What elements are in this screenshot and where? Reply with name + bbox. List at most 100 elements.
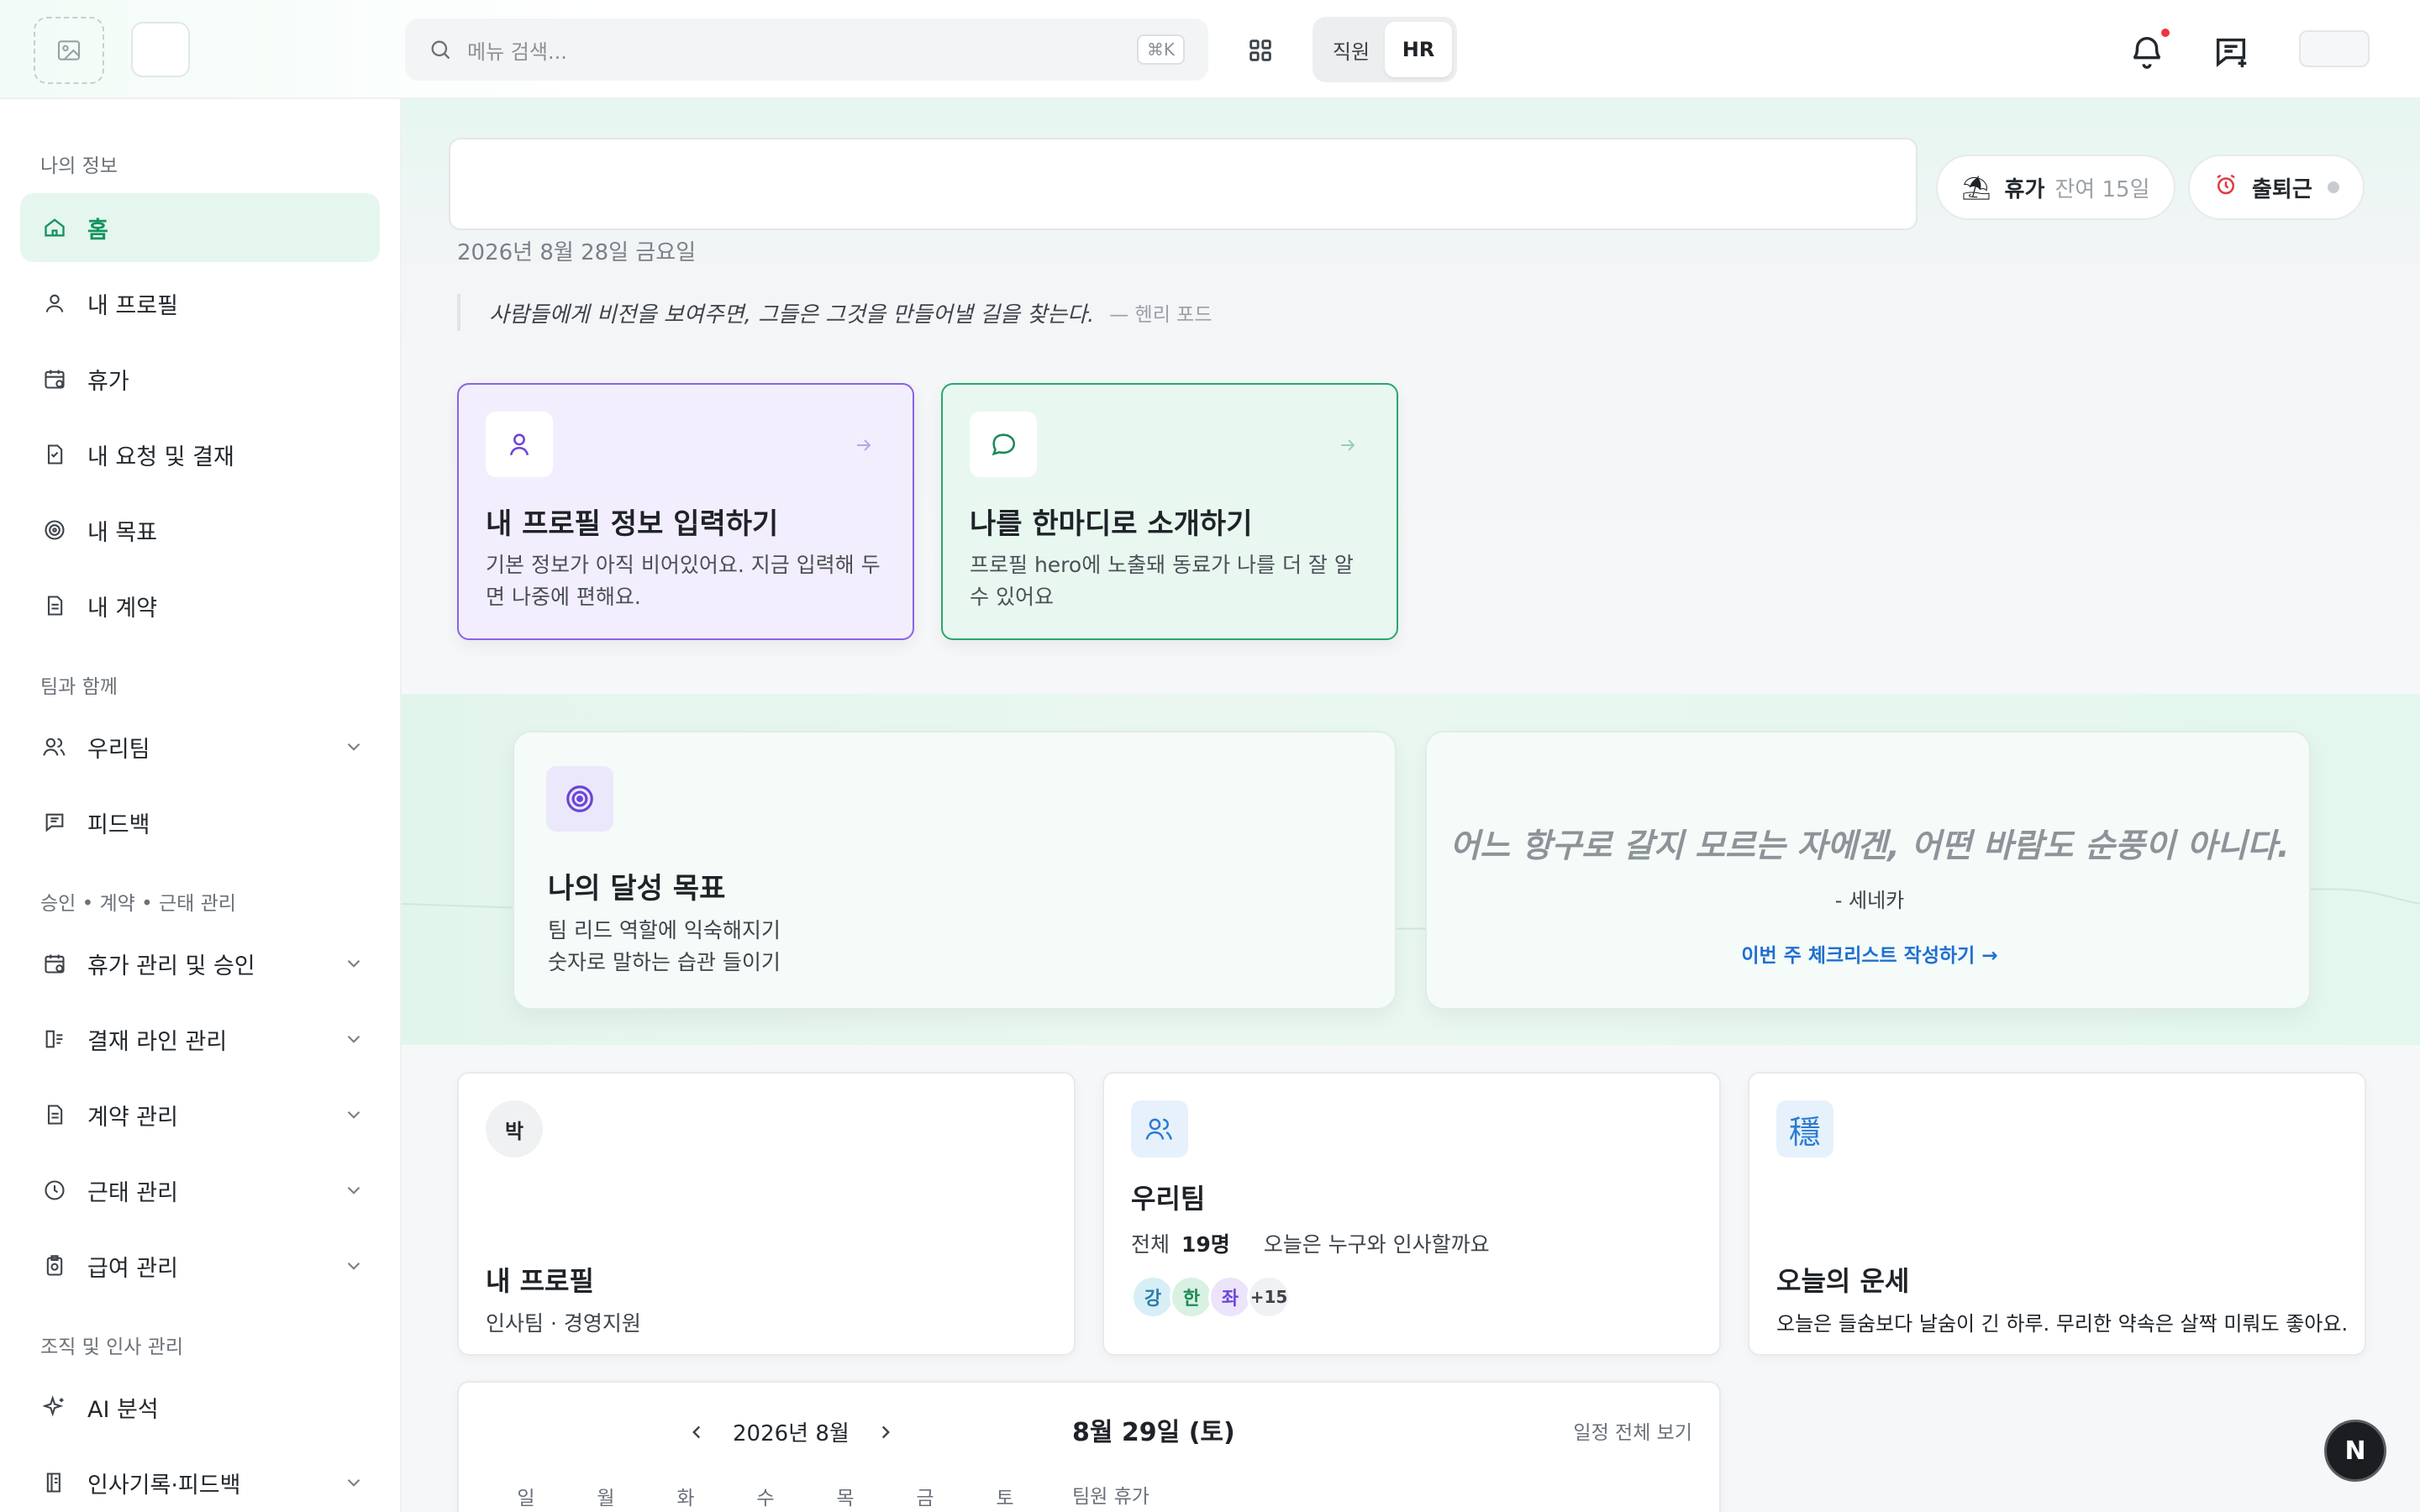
- chat-bubble-icon: [970, 412, 1037, 477]
- weekday-label: 금: [916, 1488, 934, 1509]
- team-greeting: 오늘은 누구와 인사할까요: [1263, 1232, 1490, 1257]
- chevron-down-icon: [347, 1186, 360, 1194]
- profile-card[interactable]: 박 내 프로필 인사팀 · 경영지원: [457, 1072, 1076, 1356]
- sidebar-item-our-team[interactable]: 우리팀: [20, 712, 380, 781]
- logo-placeholder[interactable]: [34, 17, 104, 84]
- section-label-team: 팀과 함께: [40, 676, 118, 698]
- task-card-desc: 기본 정보가 아직 비어있어요. 지금 입력해 두면 나중에 편해요.: [486, 553, 881, 609]
- hero-banner-input[interactable]: [449, 138, 1918, 230]
- target-icon: [42, 517, 67, 543]
- weekday-label: 토: [996, 1488, 1014, 1509]
- sidebar-item-contract-management[interactable]: 계약 관리: [20, 1080, 380, 1149]
- sidebar-item-my-contract[interactable]: 내 계약: [20, 571, 380, 640]
- daily-quote: 사람들에게 비전을 보여주면, 그들은 그것을 만들어낼 길을 찾는다. — 헨…: [457, 294, 1213, 331]
- vacation-pill[interactable]: ⛱ 휴가 잔여 15일: [1936, 155, 2175, 220]
- document-icon: [42, 593, 67, 618]
- team-card-title: 우리팀: [1131, 1183, 1206, 1215]
- chevron-left-icon[interactable]: [686, 1421, 708, 1443]
- goal-item: 숫자로 말하는 습관 들이기: [548, 950, 781, 974]
- fortune-icon: 穩: [1776, 1100, 1833, 1158]
- sidebar-item-home[interactable]: 홈: [20, 193, 380, 262]
- calendar-icon: [42, 366, 67, 391]
- goal-card[interactable]: 나의 달성 목표 팀 리드 역할에 익숙해지기 숫자로 말하는 습관 들이기: [513, 731, 1397, 1010]
- fortune-card-text: 오늘은 들숨보다 날숨이 긴 하루. 무리한 약속은 살짝 미뤄도 좋아요.: [1776, 1312, 2349, 1336]
- sidebar-item-payroll[interactable]: 급여 관리: [20, 1231, 380, 1300]
- message-plus-icon: [2216, 38, 2247, 68]
- team-avatar[interactable]: 좌: [1208, 1275, 1252, 1319]
- sidebar-item-label: 내 요청 및 결재: [87, 444, 234, 470]
- home-icon: [42, 215, 67, 240]
- team-total-label: 전체: [1131, 1232, 1171, 1257]
- company-logo[interactable]: [131, 22, 190, 77]
- attendance-status-dot: [2327, 181, 2339, 193]
- payroll-icon: [42, 1253, 67, 1278]
- team-avatar[interactable]: 한: [1170, 1275, 1213, 1319]
- sidebar-item-feedback[interactable]: 피드백: [20, 788, 380, 857]
- arrow-right-icon: [1341, 439, 1355, 451]
- chevron-down-icon: [347, 959, 360, 968]
- clock-icon: [42, 1178, 67, 1203]
- sidebar-item-my-goals[interactable]: 내 목표: [20, 496, 380, 564]
- view-all-schedule-link[interactable]: 일정 전체 보기: [1573, 1416, 1692, 1445]
- vacation-remaining: 잔여 15일: [2054, 176, 2150, 202]
- users-icon: [1131, 1100, 1188, 1158]
- user-icon: [42, 291, 67, 316]
- goal-item: 팀 리드 역할에 익숙해지기: [548, 918, 781, 942]
- notification-dot: [2161, 29, 2170, 37]
- sidebar-item-hr-records[interactable]: 인사기록·피드백: [20, 1448, 380, 1512]
- weekly-checklist-link[interactable]: 이번 주 체크리스트 작성하기 →: [1427, 939, 2312, 968]
- sidebar-item-my-requests[interactable]: 내 요청 및 결재: [20, 420, 380, 489]
- quote-text: 사람들에게 비전을 보여주면, 그들은 그것을 만들어낼 길을 찾는다.: [489, 302, 1095, 328]
- role-toggle[interactable]: 직원 HR: [1313, 17, 1457, 82]
- fortune-card[interactable]: 穩 오늘의 운세 오늘은 들숨보다 날숨이 긴 하루. 무리한 약속은 살짝 미…: [1748, 1072, 2366, 1356]
- user-menu[interactable]: [2299, 30, 2370, 67]
- team-card-summary: 전체 19명 오늘은 누구와 인사할까요: [1131, 1228, 1490, 1258]
- role-employee[interactable]: 직원: [1318, 22, 1385, 77]
- weekday-label: 목: [836, 1488, 855, 1509]
- sidebar-item-label: 근태 관리: [87, 1179, 178, 1206]
- profile-avatar-initial: 박: [504, 1119, 524, 1143]
- section-label-approval: 승인 • 계약 • 근태 관리: [40, 893, 236, 915]
- sidebar-item-label: 휴가 관리 및 승인: [87, 953, 255, 979]
- intro-task-card[interactable]: 나를 한마디로 소개하기 프로필 hero에 노출돼 동료가 나를 더 잘 알 …: [941, 383, 1398, 640]
- calendar-icon: [42, 951, 67, 976]
- target-icon: [546, 766, 613, 832]
- chevron-down-icon: [347, 1478, 360, 1487]
- arrow-right-icon: [857, 439, 871, 451]
- team-avatar[interactable]: 강: [1131, 1275, 1175, 1319]
- calendar-card: 2026년 8월 일 월 화 수 목 금 토 8월 29일 (토) 일정 전체 …: [457, 1381, 1721, 1512]
- floating-action-button[interactable]: N: [2324, 1420, 2386, 1482]
- search-shortcut: ⌘K: [1136, 34, 1185, 65]
- section-label-my-info: 나의 정보: [40, 155, 118, 177]
- profile-task-card[interactable]: 내 프로필 정보 입력하기 기본 정보가 아직 비어있어요. 지금 입력해 두면…: [457, 383, 914, 640]
- profile-card-subtitle: 인사팀 · 경영지원: [486, 1311, 641, 1336]
- sidebar-item-approval-line[interactable]: 결재 라인 관리: [20, 1005, 380, 1074]
- notifications-button[interactable]: [2128, 32, 2166, 71]
- menu-search[interactable]: 메뉴 검색... ⌘K: [405, 18, 1208, 81]
- role-hr[interactable]: HR: [1385, 22, 1452, 77]
- sidebar-item-my-profile[interactable]: 내 프로필: [20, 269, 380, 338]
- team-avatars: 강 한 좌 +15: [1131, 1275, 1291, 1319]
- team-avatar-more[interactable]: +15: [1247, 1275, 1291, 1319]
- task-card-desc: 프로필 hero에 노출돼 동료가 나를 더 잘 알 수 있어요: [970, 553, 1354, 609]
- new-message-button[interactable]: [2212, 32, 2250, 71]
- weekday-label: 월: [597, 1488, 615, 1509]
- sparkles-icon: [42, 1394, 67, 1420]
- chevron-down-icon: [347, 1110, 360, 1119]
- image-icon: [57, 40, 81, 60]
- sidebar-item-vacation-management[interactable]: 휴가 관리 및 승인: [20, 929, 380, 998]
- attendance-pill[interactable]: 출퇴근: [2188, 155, 2365, 220]
- chevron-right-icon[interactable]: [875, 1421, 897, 1443]
- sidebar-item-label: 내 계약: [87, 595, 158, 622]
- team-card[interactable]: 우리팀 전체 19명 오늘은 누구와 인사할까요 강 한 좌 +15: [1102, 1072, 1721, 1356]
- sidebar-item-attendance[interactable]: 근태 관리: [20, 1156, 380, 1225]
- fortune-icon-char: 穩: [1788, 1113, 1821, 1151]
- apps-grid-button[interactable]: [1240, 30, 1281, 71]
- approval-line-icon: [42, 1026, 67, 1052]
- sidebar-item-ai-analysis[interactable]: AI 분석: [20, 1373, 380, 1441]
- profile-avatar: 박: [486, 1100, 543, 1158]
- chevron-down-icon: [347, 1035, 360, 1043]
- users-icon: [42, 734, 67, 759]
- quote-author: — 헨리 포드: [1109, 304, 1213, 326]
- sidebar-item-vacation[interactable]: 휴가: [20, 344, 380, 413]
